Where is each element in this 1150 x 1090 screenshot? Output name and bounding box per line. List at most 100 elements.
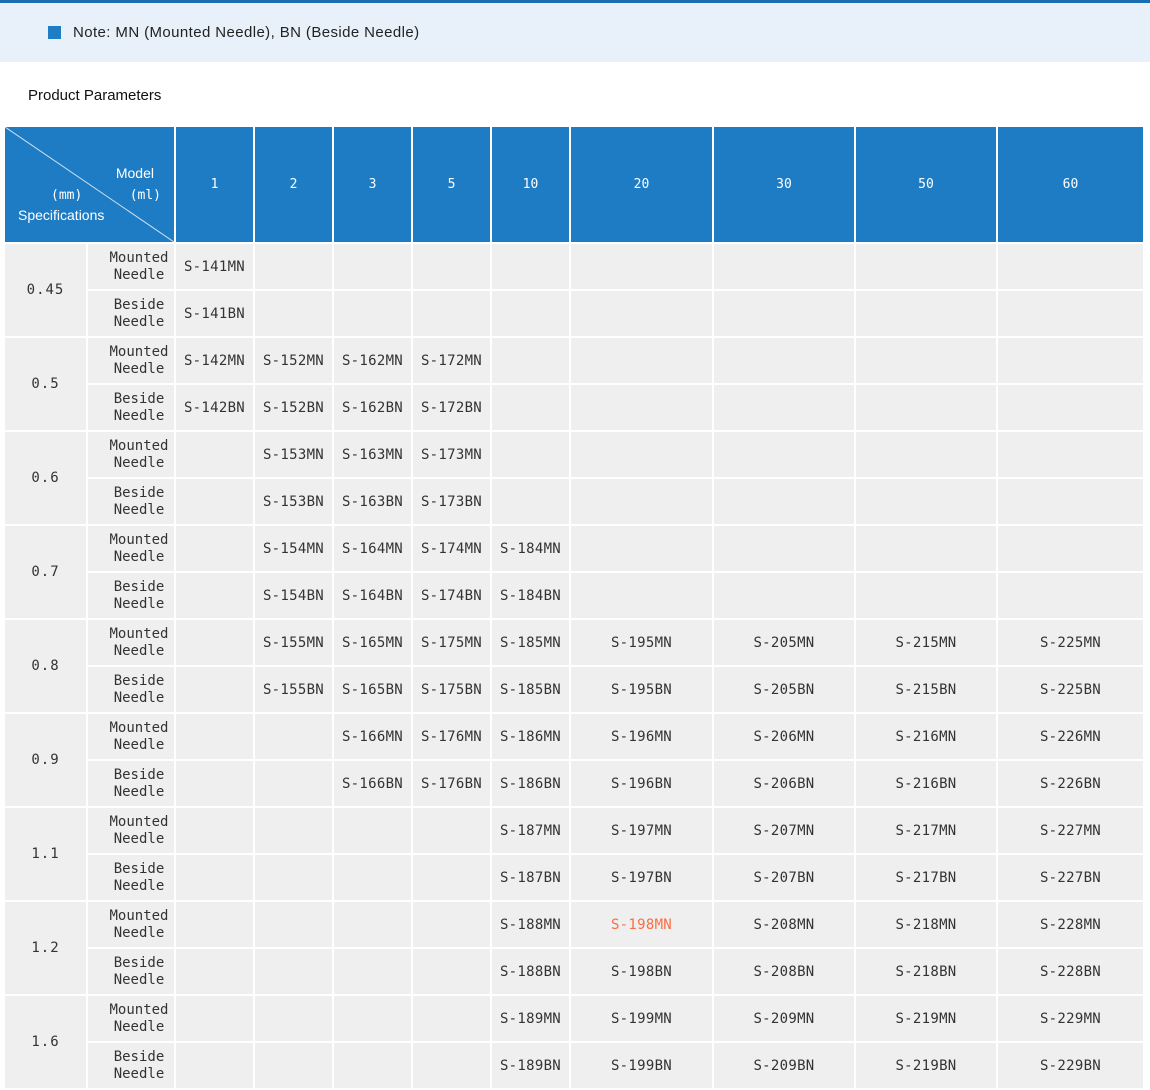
model-cell: S-172MN — [413, 338, 490, 383]
needle-type-cell: Beside Needle — [88, 479, 174, 524]
model-cell — [413, 949, 490, 994]
model-cell: S-206MN — [714, 714, 854, 759]
model-cell: S-163BN — [334, 479, 411, 524]
table-row: 0.5 Mounted Needle S-142MN S-152MN S-162MN S-… — [5, 338, 1143, 430]
model-cell: S-164MN — [334, 526, 411, 571]
table-head: Model (ml) (mm) Specifications 1 2 3 5 10 20 30 50 6… — [5, 127, 1143, 242]
needle-type-cell: Mounted Needle — [88, 808, 174, 853]
model-cell: S-162BN — [334, 385, 411, 430]
model-cell: S-217MN — [856, 808, 996, 853]
model-cell — [176, 902, 253, 947]
model-cell — [714, 432, 854, 477]
model-cell — [998, 479, 1143, 524]
model-cell: S-199MN — [571, 996, 712, 1041]
needle-type-cell: Mounted Needle — [88, 432, 174, 477]
model-cell: S-226MN — [998, 714, 1143, 759]
table-row: Beside Needle S-154BN S-164BN S-174BN S-184B… — [5, 573, 1143, 618]
header-row: Model (ml) (mm) Specifications 1 2 3 5 10 20 30 50 6… — [5, 127, 1143, 242]
model-cell: S-228BN — [998, 949, 1143, 994]
model-cell: S-186MN — [492, 714, 569, 759]
model-cell: S-185BN — [492, 667, 569, 712]
model-cell: S-198MN — [571, 902, 712, 947]
spec-cell: 0.8 — [5, 620, 86, 712]
needle-type-cell: Mounted Needle — [88, 244, 174, 289]
model-cell: S-142MN — [176, 338, 253, 383]
model-cell: S-195BN — [571, 667, 712, 712]
model-cell — [714, 526, 854, 571]
note-text: Note: MN (Mounted Needle), BN (Beside Ne… — [73, 24, 420, 41]
model-cell — [998, 573, 1143, 618]
model-cell — [856, 573, 996, 618]
spec-cell: 1.6 — [5, 996, 86, 1088]
model-cell: S-189BN — [492, 1043, 569, 1088]
model-cell: S-227BN — [998, 855, 1143, 900]
model-cell: S-209MN — [714, 996, 854, 1041]
model-cell — [492, 385, 569, 430]
model-cell — [714, 479, 854, 524]
table-row: Beside Needle S-141BN — [5, 291, 1143, 336]
model-cell — [255, 1043, 332, 1088]
model-cell: S-209BN — [714, 1043, 854, 1088]
model-cell: S-208BN — [714, 949, 854, 994]
model-cell: S-187BN — [492, 855, 569, 900]
model-cell — [413, 291, 490, 336]
spec-cell: 0.7 — [5, 526, 86, 618]
model-cell: S-155MN — [255, 620, 332, 665]
model-cell: S-229MN — [998, 996, 1143, 1041]
model-cell: S-155BN — [255, 667, 332, 712]
model-cell: S-184MN — [492, 526, 569, 571]
model-cell — [255, 855, 332, 900]
needle-type-cell: Beside Needle — [88, 667, 174, 712]
corner-model-label: Model — [115, 165, 154, 181]
model-cell — [998, 526, 1143, 571]
model-cell: S-154BN — [255, 573, 332, 618]
needle-type-cell: Mounted Needle — [88, 620, 174, 665]
needle-type-cell: Mounted Needle — [88, 338, 174, 383]
model-cell — [176, 761, 253, 806]
model-column-header: 3 — [334, 127, 411, 242]
table-row: 1.6 Mounted Needle S-189MN S-199MN S-209MN S-… — [5, 996, 1143, 1088]
needle-type-cell: Beside Needle — [88, 761, 174, 806]
needle-type-cell: Mounted Needle — [88, 996, 174, 1041]
model-cell — [571, 573, 712, 618]
model-cell: S-205MN — [714, 620, 854, 665]
model-cell: S-205BN — [714, 667, 854, 712]
model-column-header: 1 — [176, 127, 253, 242]
model-cell — [334, 244, 411, 289]
model-cell — [255, 949, 332, 994]
model-cell — [413, 855, 490, 900]
model-cell: S-176BN — [413, 761, 490, 806]
model-cell: S-199BN — [571, 1043, 712, 1088]
needle-type-cell: Mounted Needle — [88, 714, 174, 759]
needle-type-cell: Beside Needle — [88, 385, 174, 430]
model-cell: S-152MN — [255, 338, 332, 383]
model-cell — [176, 479, 253, 524]
table-row: 1.2 Mounted Needle S-188MN S-198MN S-208MN S-… — [5, 902, 1143, 994]
model-cell: S-196BN — [571, 761, 712, 806]
model-cell: S-225MN — [998, 620, 1143, 665]
spec-cell: 0.6 — [5, 432, 86, 524]
model-cell — [334, 902, 411, 947]
model-cell: S-188MN — [492, 902, 569, 947]
model-cell — [998, 291, 1143, 336]
model-column-header: 50 — [856, 127, 996, 242]
model-cell — [856, 385, 996, 430]
model-cell: S-227MN — [998, 808, 1143, 853]
corner-spec-unit: (mm) — [51, 188, 83, 203]
table-row: 1.1 Mounted Needle S-187MN S-197MN S-207MN S-… — [5, 808, 1143, 900]
table-row: 0.6 Mounted Needle S-153MN S-163MN S-173MN — [5, 432, 1143, 524]
needle-type-cell: Beside Needle — [88, 855, 174, 900]
model-cell — [176, 855, 253, 900]
table-row: 0.9 Mounted Needle S-166MN S-176MN S-186MN S-… — [5, 714, 1143, 806]
model-cell: S-197MN — [571, 808, 712, 853]
model-cell: S-162MN — [334, 338, 411, 383]
model-cell — [176, 667, 253, 712]
page-title: Product Parameters — [28, 87, 162, 104]
spec-cell: 1.2 — [5, 902, 86, 994]
model-cell — [334, 1043, 411, 1088]
model-cell: S-174BN — [413, 573, 490, 618]
model-cell: S-195MN — [571, 620, 712, 665]
table-corner-cell: Model (ml) (mm) Specifications — [5, 127, 174, 242]
model-cell: S-152BN — [255, 385, 332, 430]
needle-type-cell: Beside Needle — [88, 1043, 174, 1088]
